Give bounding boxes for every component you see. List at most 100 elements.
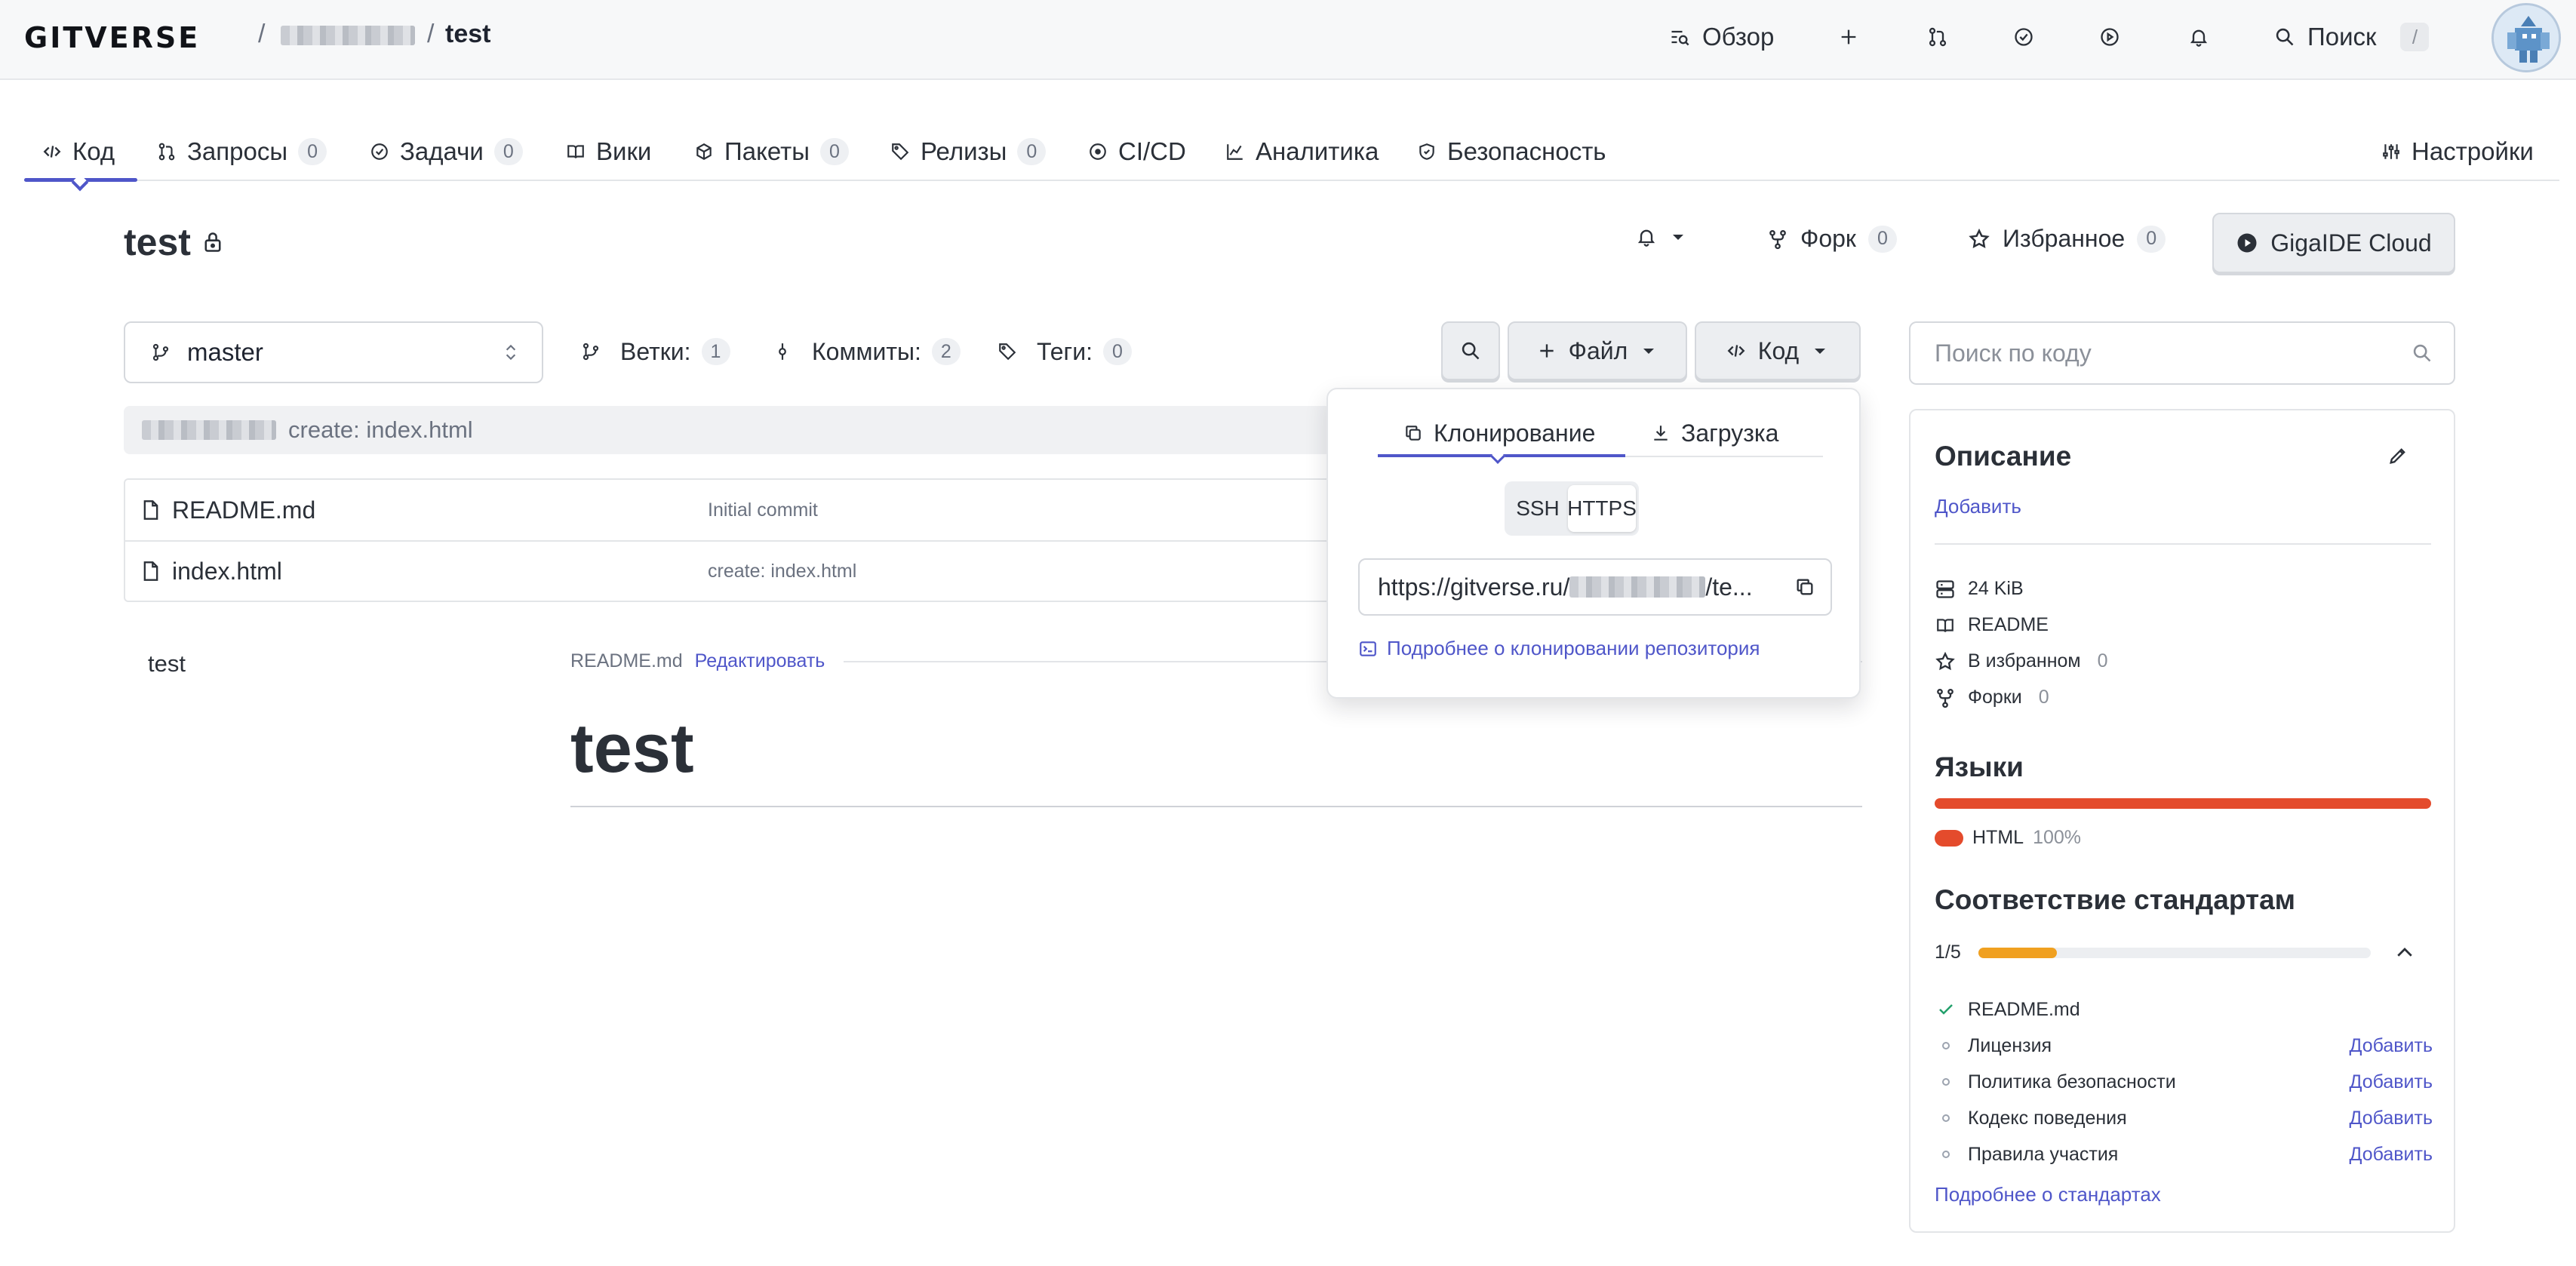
chevron-up-icon[interactable] — [2393, 942, 2416, 964]
caret-down-icon — [1811, 342, 1829, 360]
tab-packages[interactable]: Пакеты 0 — [694, 133, 849, 171]
global-search-button[interactable]: Поиск / — [2274, 18, 2430, 56]
watch-button[interactable] — [1636, 226, 1687, 247]
commit-author-redacted[interactable] — [142, 420, 276, 440]
tab-code[interactable]: Код — [42, 133, 115, 171]
ssh-option[interactable]: SSH — [1508, 485, 1568, 532]
avatar[interactable] — [2491, 3, 2561, 72]
play-circle-icon — [2099, 26, 2120, 48]
tag-icon — [998, 342, 1017, 361]
count-badge: 0 — [819, 138, 849, 165]
count-badge: 0 — [1017, 138, 1047, 165]
favorites-stat[interactable]: В избранном 0 — [1935, 650, 2108, 672]
last-commit-message[interactable]: create: index.html — [288, 416, 473, 444]
bell-icon — [2188, 26, 2209, 48]
tab-settings-label: Настройки — [2412, 137, 2534, 165]
tab-security[interactable]: Безопасность — [1417, 133, 1606, 171]
caret-down-icon — [1669, 228, 1687, 246]
tab-issues-label: Задачи — [400, 137, 484, 165]
repo-sidebar: Описание Добавить 24 KiB README В избран… — [1909, 409, 2455, 1233]
gitverse-logo[interactable]: GITVERSE — [24, 21, 200, 54]
code-search-input[interactable]: Поиск по коду — [1909, 321, 2455, 385]
tab-cicd[interactable]: CI/CD — [1088, 133, 1186, 171]
file-list: README.md Initial commit index.html crea… — [124, 478, 1331, 602]
favorite-label: Избранное — [2003, 225, 2126, 252]
readme-outline-item[interactable]: test — [148, 650, 186, 678]
standard-item: Правила участия Добавить — [1935, 1139, 2433, 1169]
top-bar: GITVERSE / / test Обзор Поиск / — [0, 0, 2576, 80]
branches-label: Ветки: — [620, 337, 691, 365]
standard-add-link[interactable]: Добавить — [2350, 1144, 2433, 1166]
favorites-stat-label: В избранном — [1968, 650, 2081, 671]
fork-button[interactable]: Форк 0 — [1767, 225, 1897, 253]
search-label: Поиск — [2307, 23, 2377, 51]
tab-wiki[interactable]: Вики — [566, 133, 651, 171]
file-name[interactable]: README.md — [172, 496, 315, 524]
tab-packages-label: Пакеты — [724, 137, 810, 165]
protocol-switch: SSH HTTPS — [1505, 481, 1639, 536]
tab-releases[interactable]: Релизы 0 — [890, 133, 1047, 171]
tab-download[interactable]: Загрузка — [1651, 409, 1778, 457]
branch-selector[interactable]: master — [124, 321, 543, 383]
add-file-button[interactable]: Файл — [1508, 321, 1687, 380]
file-icon — [142, 499, 160, 521]
standard-add-link[interactable]: Добавить — [2350, 1035, 2433, 1057]
standard-label: Кодекс поведения — [1968, 1107, 2127, 1129]
tags-link[interactable]: Теги: 0 — [998, 332, 1132, 371]
plus-icon — [1537, 341, 1557, 361]
create-new-button[interactable] — [1838, 18, 1859, 56]
favorite-button[interactable]: Избранное 0 — [1968, 225, 2166, 253]
clone-help-link[interactable]: Подробнее о клонировании репозитория — [1358, 637, 1760, 660]
standard-add-link[interactable]: Добавить — [2350, 1108, 2433, 1129]
readme-link[interactable]: README — [1935, 614, 2049, 636]
tab-analytics-label: Аналитика — [1256, 137, 1379, 165]
table-row[interactable]: README.md Initial commit — [125, 480, 1329, 540]
repo-title: test — [124, 221, 191, 263]
file-commit-message[interactable]: create: index.html — [708, 561, 856, 582]
standards-more-link[interactable]: Подробнее о стандартах — [1935, 1183, 2161, 1206]
gigaide-cloud-button[interactable]: GigaIDE Cloud — [2212, 213, 2455, 273]
find-file-button[interactable] — [1441, 321, 1500, 380]
https-option[interactable]: HTTPS — [1567, 485, 1637, 532]
repo-size: 24 KiB — [1935, 578, 2024, 600]
file-icon — [142, 561, 160, 582]
breadcrumb-repo[interactable]: test — [445, 20, 490, 49]
clone-url-field[interactable]: https://gitverse.ru/ /te... — [1358, 558, 1832, 616]
overview-link[interactable]: Обзор — [1669, 18, 1774, 56]
commits-link[interactable]: Коммиты: 2 — [773, 332, 961, 371]
tab-settings[interactable]: Настройки — [2381, 133, 2534, 171]
fork-icon — [1767, 229, 1788, 250]
search-icon — [2274, 26, 2295, 48]
forks-stat[interactable]: Форки 0 — [1935, 687, 2049, 708]
code-icon — [42, 142, 62, 161]
copy-icon[interactable] — [1794, 576, 1815, 598]
branches-link[interactable]: Ветки: 1 — [581, 332, 730, 371]
issues-button[interactable] — [2013, 18, 2034, 56]
caret-down-icon — [1640, 342, 1658, 360]
file-name[interactable]: index.html — [172, 558, 282, 585]
search-shortcut-key: / — [2400, 23, 2430, 51]
edit-readme-link[interactable]: Редактировать — [695, 650, 825, 672]
actions-button[interactable] — [2099, 18, 2120, 56]
tab-analytics[interactable]: Аналитика — [1225, 133, 1379, 171]
tab-pull-requests[interactable]: Запросы 0 — [157, 133, 327, 171]
code-label: Код — [1757, 336, 1800, 364]
copy-icon — [1403, 423, 1423, 443]
fork-count-badge: 0 — [1867, 225, 1897, 253]
last-commit-bar: create: index.html — [124, 406, 1331, 454]
code-dropdown-button[interactable]: Код — [1695, 321, 1861, 380]
commits-count: 2 — [931, 338, 961, 365]
pencil-icon[interactable] — [2387, 445, 2408, 466]
pull-requests-button[interactable] — [1927, 18, 1948, 56]
check-circle-icon — [370, 142, 389, 161]
tab-security-label: Безопасность — [1447, 137, 1606, 165]
gigaide-label: GigaIDE Cloud — [2270, 229, 2432, 257]
add-description-link[interactable]: Добавить — [1935, 495, 2021, 518]
table-row[interactable]: index.html create: index.html — [125, 540, 1329, 601]
breadcrumb-owner-redacted[interactable] — [281, 26, 415, 45]
standard-add-link[interactable]: Добавить — [2350, 1071, 2433, 1093]
notifications-button[interactable] — [2188, 18, 2209, 56]
file-commit-message[interactable]: Initial commit — [708, 499, 818, 521]
tab-issues[interactable]: Задачи 0 — [370, 133, 523, 171]
pipeline-icon — [1088, 142, 1108, 161]
